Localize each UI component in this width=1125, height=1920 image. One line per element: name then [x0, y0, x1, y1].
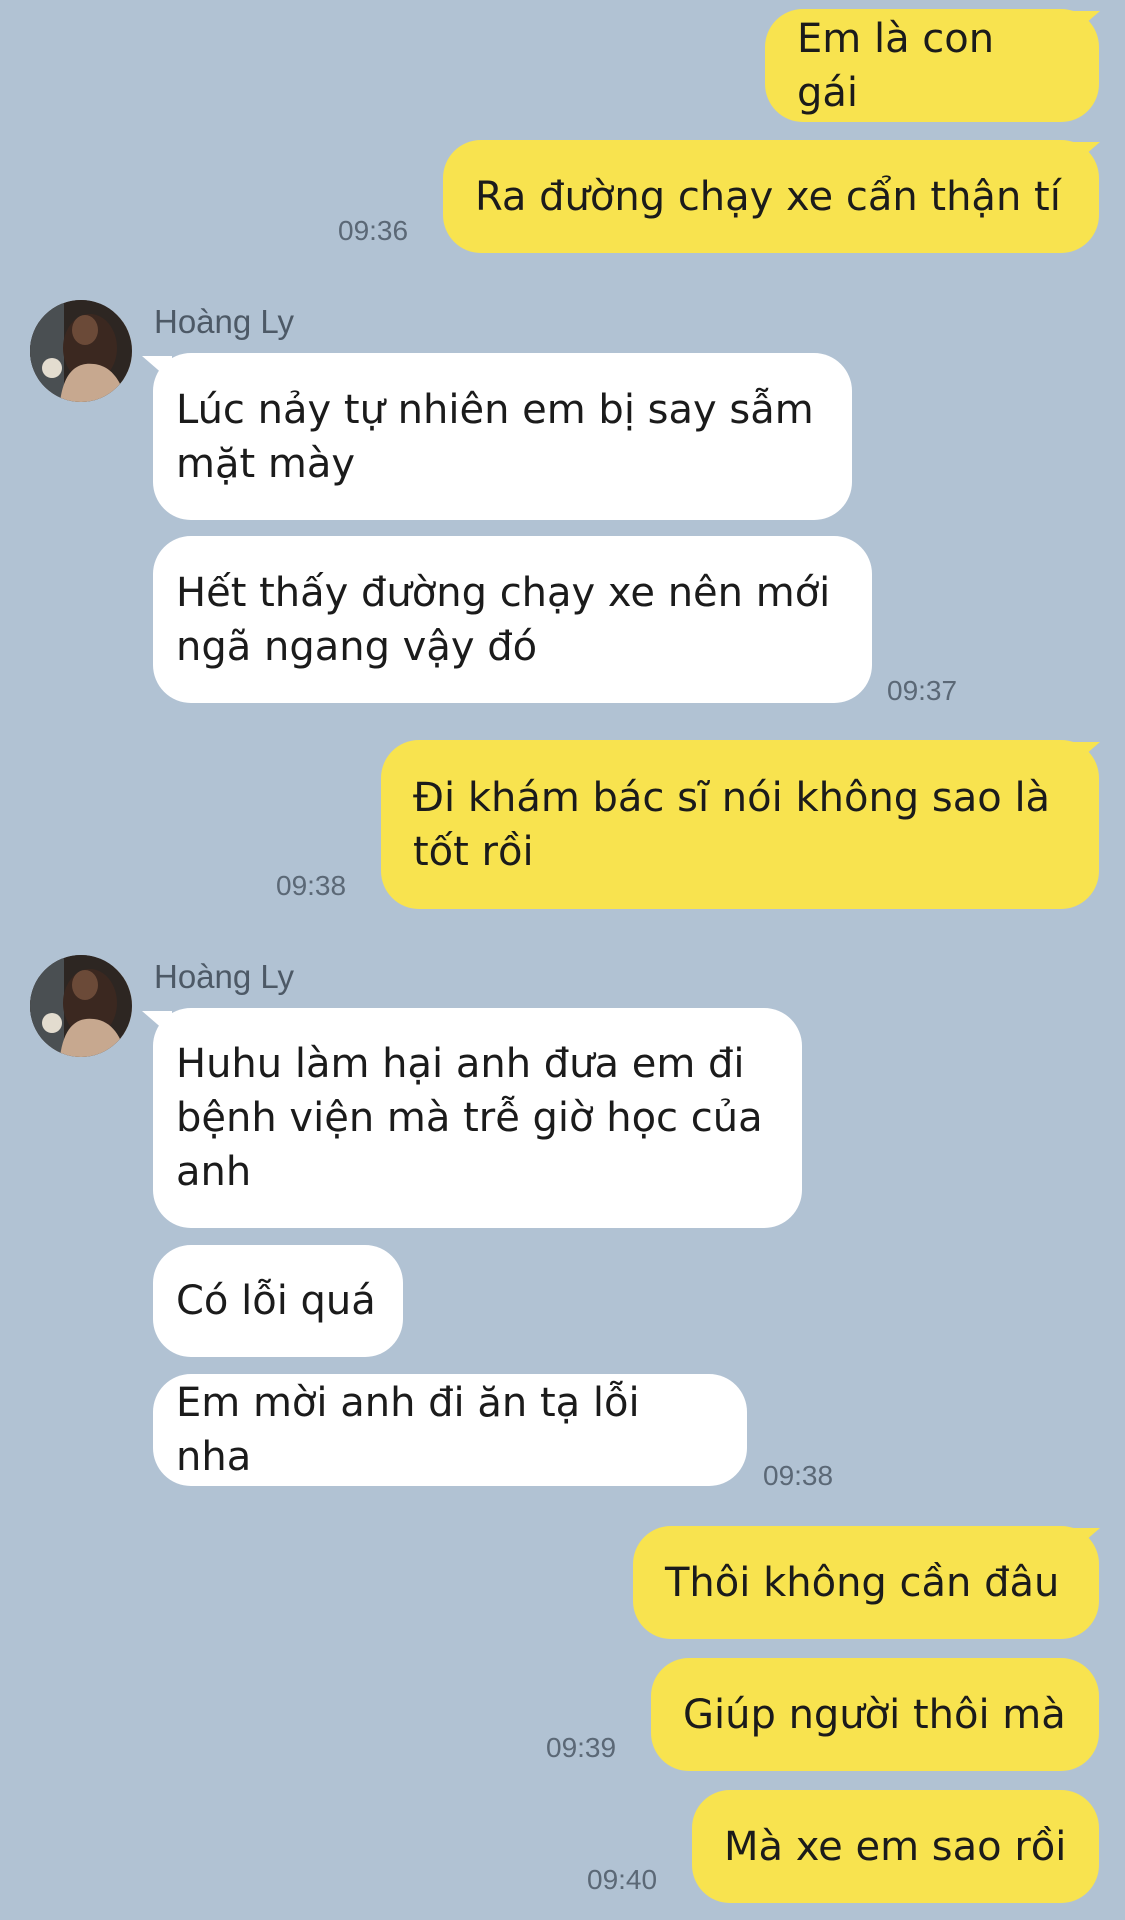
message-text: Ra đường chạy xe cẩn thận tí: [475, 173, 1061, 220]
incoming-message-bubble[interactable]: Huhu làm hại anh đưa em đi bệnh viện mà …: [153, 1008, 802, 1228]
message-text: Thôi không cần đâu: [665, 1559, 1060, 1606]
chat-conversation[interactable]: Em là con gái Ra đường chạy xe cẩn thận …: [0, 0, 1125, 1920]
contact-avatar[interactable]: [30, 955, 132, 1057]
message-text: Mà xe em sao rồi: [724, 1823, 1067, 1870]
outgoing-message-bubble[interactable]: Em là con gái: [765, 9, 1099, 122]
message-timestamp: 09:40: [587, 1864, 658, 1895]
incoming-message-bubble[interactable]: Có lỗi quá: [153, 1245, 403, 1357]
message-text: Em là con gái: [797, 15, 995, 116]
outgoing-message-bubble[interactable]: Đi khám bác sĩ nói không sao là tốt rồi: [381, 740, 1099, 909]
avatar-photo-icon: [30, 300, 132, 402]
message-timestamp: 09:38: [763, 1460, 834, 1491]
sender-name: Hoàng Ly: [154, 303, 295, 340]
message-text: Em mời anh đi ăn tạ lỗi nha: [176, 1380, 640, 1480]
message-text: Huhu làm hại anh đưa em đi bệnh viện mà …: [176, 1041, 763, 1195]
incoming-message-bubble[interactable]: Lúc nảy tự nhiên em bị say sẫm mặt mày: [153, 353, 852, 520]
message-timestamp: 09:39: [546, 1732, 617, 1763]
avatar-photo-icon: [30, 955, 132, 1057]
message-text: Giúp người thôi mà: [683, 1691, 1066, 1738]
message-text: Có lỗi quá: [176, 1278, 376, 1324]
incoming-message-bubble[interactable]: Em mời anh đi ăn tạ lỗi nha: [153, 1374, 747, 1486]
message-text: Đi khám bác sĩ nói không sao là tốt rồi: [413, 774, 1051, 875]
incoming-message-bubble[interactable]: Hết thấy đường chạy xe nên mới ngã ngang…: [153, 536, 872, 703]
message-text: Hết thấy đường chạy xe nên mới ngã ngang…: [176, 569, 831, 670]
message-timestamp: 09:36: [338, 215, 409, 246]
outgoing-message-bubble[interactable]: Mà xe em sao rồi: [692, 1790, 1099, 1903]
outgoing-message-bubble[interactable]: Thôi không cần đâu: [633, 1526, 1099, 1639]
sender-name: Hoàng Ly: [154, 958, 295, 995]
message-text: Lúc nảy tự nhiên em bị say sẫm mặt mày: [176, 386, 814, 487]
outgoing-message-bubble[interactable]: Ra đường chạy xe cẩn thận tí: [443, 140, 1099, 253]
contact-avatar[interactable]: [30, 300, 132, 402]
message-timestamp: 09:38: [276, 870, 347, 901]
message-timestamp: 09:37: [887, 675, 958, 706]
outgoing-message-bubble[interactable]: Giúp người thôi mà: [651, 1658, 1099, 1771]
